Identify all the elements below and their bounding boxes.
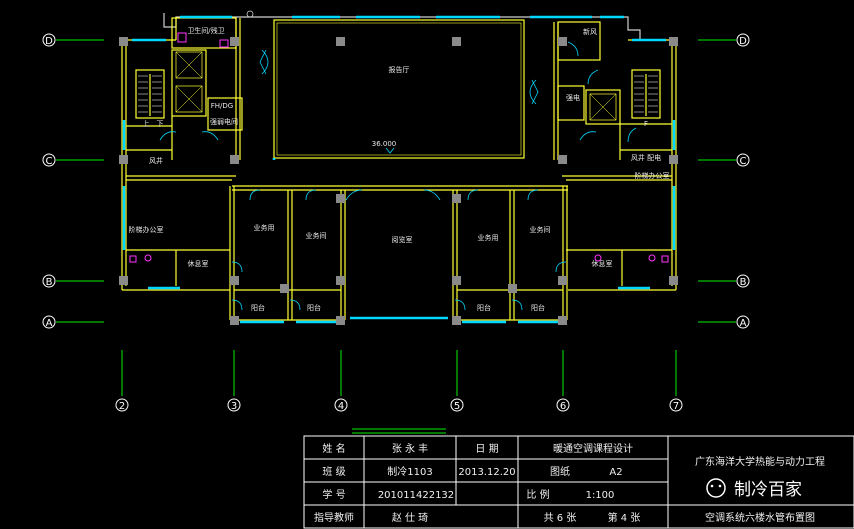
floor-plan-drawing: D D C C B B A A 2 3 4 5 6 7 报告厅 36.000 卫… <box>42 10 854 529</box>
drawing-title: 空调系统六楼水管布置图 <box>705 511 815 524</box>
axis-label-c-right: C <box>740 156 747 167</box>
axis-label-a-right: A <box>740 318 747 329</box>
teacher-label: 指导教师 <box>314 511 354 524</box>
elevation-mark: 36.000 <box>372 140 397 148</box>
room-left-rest: 休息室 <box>188 259 209 268</box>
name-value: 张 永 丰 <box>392 442 428 455</box>
date-value: 2013.12.20 <box>458 467 515 478</box>
sheet-value: A2 <box>609 467 622 478</box>
building-walls <box>121 13 677 321</box>
room-study-4: 业务间 <box>530 225 551 234</box>
stair-down-left: 下 <box>157 120 164 128</box>
room-right-top: 新风 <box>583 27 597 36</box>
room-left-office: 阶梯办公室 <box>129 225 164 234</box>
room-balcony-3: 阳台 <box>477 303 491 312</box>
teacher-value: 赵 仕 琦 <box>392 511 428 524</box>
scale-value: 1:100 <box>586 490 615 501</box>
date-label: 日 期 <box>475 443 498 455</box>
class-value: 制冷1103 <box>387 465 432 478</box>
room-labels: 报告厅 36.000 卫生间/残卫 FH/DG 强弱电间 风井 新风 强电 风井… <box>129 26 670 312</box>
axis-label-4: 4 <box>338 401 344 412</box>
name-label: 姓 名 <box>322 442 345 455</box>
stair-f-right: F <box>644 120 648 128</box>
scale-label: 比 例 <box>526 488 549 501</box>
axis-label-2: 2 <box>119 401 125 412</box>
axis-label-b-right: B <box>740 277 747 288</box>
project-title: 暖通空调课程设计 <box>553 442 633 455</box>
room-fire: FH/DG <box>211 102 233 110</box>
axis-label-7: 7 <box>673 401 679 412</box>
vent-symbol <box>246 10 254 18</box>
room-reading: 阅览室 <box>392 235 413 244</box>
stair-up-left: 上 <box>143 119 150 128</box>
room-right-mid: 强电 <box>566 93 580 102</box>
room-left-shaft: 风井 <box>149 156 163 165</box>
room-right-low: 风井 配电 <box>631 153 661 162</box>
wechat-icon <box>706 478 726 498</box>
axis-label-b-left: B <box>46 277 53 288</box>
watermark-brand: 制冷百家 <box>734 480 802 500</box>
structural-columns <box>119 37 678 325</box>
sheet-label: 图纸 <box>550 465 570 478</box>
room-hygiene: 卫生间/残卫 <box>187 26 224 35</box>
room-right-rest: 休息室 <box>592 259 613 268</box>
class-label: 班 级 <box>322 466 345 478</box>
room-study-1: 业务用 <box>254 223 275 232</box>
room-balcony-2: 阳台 <box>307 303 321 312</box>
sheet-number: 第 4 张 <box>608 511 641 524</box>
id-value: 201011422132 <box>378 490 454 501</box>
axis-label-6: 6 <box>560 401 566 412</box>
total-sheets: 共 6 张 <box>544 512 577 524</box>
axis-label-5: 5 <box>454 401 460 412</box>
room-study-2: 业务间 <box>306 231 327 240</box>
scale-bar <box>352 428 446 434</box>
axis-label-c-left: C <box>46 156 53 167</box>
axis-label-d-right: D <box>739 36 747 47</box>
axis-grid <box>56 39 736 396</box>
id-label: 学 号 <box>322 488 345 501</box>
watermark: 制冷百家 <box>706 478 802 500</box>
room-right-office: 阶梯办公室 <box>635 171 670 180</box>
axis-label-3: 3 <box>231 401 237 412</box>
elevation-arrow <box>385 147 395 154</box>
hall-columns <box>336 37 461 46</box>
school-name: 广东海洋大学热能与动力工程 <box>695 455 825 468</box>
room-balcony-4: 阳台 <box>531 303 545 312</box>
room-balcony-1: 阳台 <box>251 303 265 312</box>
axis-label-a-left: A <box>46 318 53 329</box>
axis-bubbles <box>42 33 750 412</box>
room-hall: 报告厅 <box>389 65 410 74</box>
room-left-utility: 强弱电间 <box>210 117 238 126</box>
axis-label-d-left: D <box>45 36 53 47</box>
room-study-3: 业务用 <box>478 233 499 242</box>
